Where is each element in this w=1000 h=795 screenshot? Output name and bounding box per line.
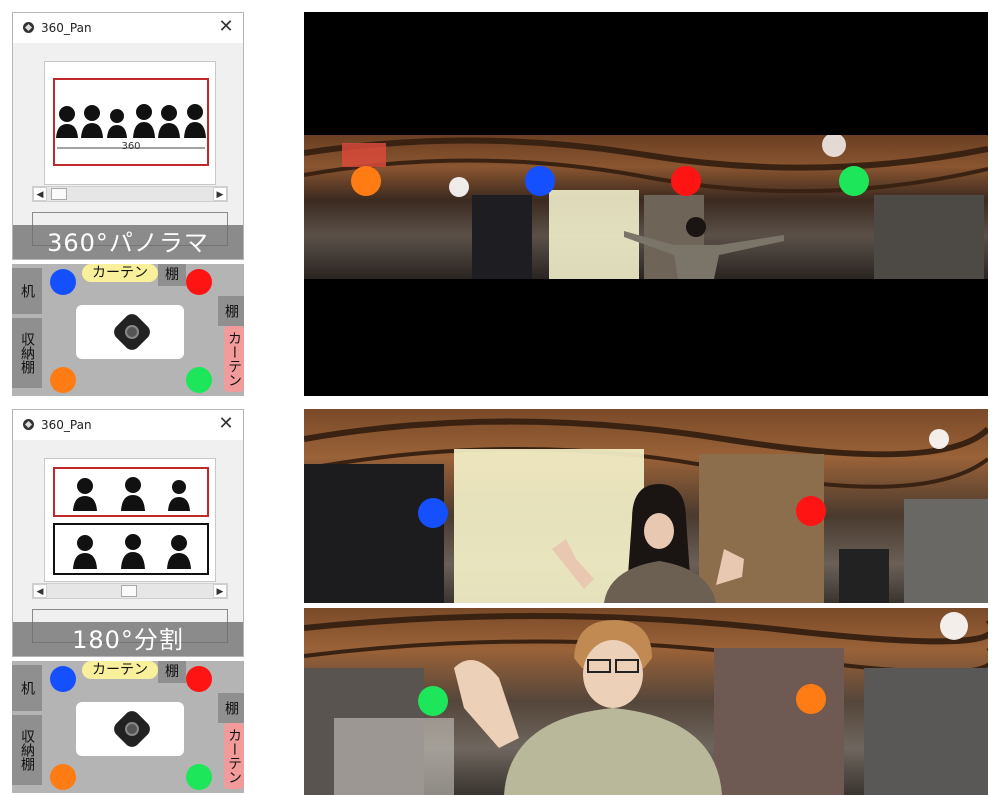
label-curtain-right: カーテン: [224, 723, 244, 789]
marker-orange: [351, 166, 381, 196]
scroll-right-icon[interactable]: ▶: [213, 187, 227, 201]
mode-scrollbar[interactable]: ◀ ▶: [32, 186, 228, 202]
title-bar: 360_Pan ✕: [13, 13, 243, 43]
close-button[interactable]: ✕: [215, 16, 237, 38]
room-map-bottom: カーテン 棚 机 収納棚 棚 カーテン: [12, 661, 244, 793]
scroll-left-icon[interactable]: ◀: [33, 187, 47, 201]
close-button[interactable]: ✕: [215, 413, 237, 435]
camera-icon: [110, 310, 154, 354]
scroll-right-icon[interactable]: ▶: [213, 584, 227, 598]
window-title: 360_Pan: [41, 418, 92, 432]
window-title: 360_Pan: [41, 21, 92, 35]
marker-red: [186, 666, 212, 692]
silhouettes-icon: [73, 534, 191, 569]
label-desk: 机: [12, 665, 42, 711]
label-shelf-top: 棚: [158, 661, 186, 683]
room-scene-image: [304, 612, 988, 795]
label-storage: 収納棚: [12, 318, 42, 388]
marker-green: [186, 367, 212, 393]
label-shelf-right: 棚: [218, 296, 244, 326]
room-map-top: カーテン 棚 机 収納棚 棚 カーテン: [12, 264, 244, 396]
marker-red: [186, 269, 212, 295]
room-scene-image: [304, 418, 988, 603]
mode-label: 180°分割: [13, 622, 243, 656]
preview-frame-panorama: 360: [53, 78, 209, 166]
video-split-lower: [304, 608, 988, 795]
preview-caption: 360: [121, 141, 141, 152]
room-scene-image: [304, 135, 988, 279]
marker-blue: [525, 166, 555, 196]
scroll-thumb[interactable]: [121, 585, 137, 597]
scroll-thumb[interactable]: [51, 188, 67, 200]
mode-preview-360: 360: [44, 61, 216, 185]
app-icon: [23, 419, 34, 430]
app-window-bottom: 360_Pan ✕ ◀ ▶ 180°分割: [12, 409, 244, 657]
panorama-strip: [304, 135, 988, 279]
silhouettes-icon: [73, 477, 190, 511]
marker-blue: [418, 498, 448, 528]
app-icon: [23, 22, 34, 33]
label-storage: 収納棚: [12, 715, 42, 785]
marker-green: [186, 764, 212, 790]
label-desk: 机: [12, 268, 42, 314]
marker-red: [796, 496, 826, 526]
marker-green: [418, 686, 448, 716]
label-shelf-right: 棚: [218, 693, 244, 723]
marker-orange: [50, 367, 76, 393]
mode-scrollbar[interactable]: ◀ ▶: [32, 583, 228, 599]
preview-frame-lower: [53, 523, 209, 575]
marker-blue: [50, 666, 76, 692]
video-panorama-360: [304, 12, 988, 396]
desk-area: [76, 702, 184, 756]
preview-frame-upper: [53, 467, 209, 517]
mode-preview-180: [44, 458, 216, 582]
video-split-upper: [304, 409, 988, 603]
marker-red: [671, 166, 701, 196]
title-bar: 360_Pan ✕: [13, 410, 243, 440]
marker-orange: [796, 684, 826, 714]
desk-area: [76, 305, 184, 359]
app-window-top: 360_Pan ✕ 360 ◀ ▶ 360°パノラマ: [12, 12, 244, 260]
scroll-left-icon[interactable]: ◀: [33, 584, 47, 598]
label-curtain-top: カーテン: [82, 264, 158, 282]
marker-blue: [50, 269, 76, 295]
camera-icon: [110, 707, 154, 751]
marker-green: [839, 166, 869, 196]
mode-label: 360°パノラマ: [13, 225, 243, 259]
label-curtain-top: カーテン: [82, 661, 158, 679]
marker-orange: [50, 764, 76, 790]
label-curtain-right: カーテン: [224, 326, 244, 392]
label-shelf-top: 棚: [158, 264, 186, 286]
